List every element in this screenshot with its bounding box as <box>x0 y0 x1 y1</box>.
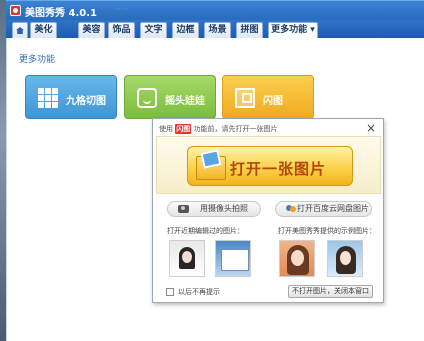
tab-scene[interactable]: 场景 <box>204 22 231 38</box>
dialog-header: 使用 闪图 功能前，请先打开一张图片 <box>159 124 277 134</box>
section-title: 更多功能 <box>19 55 56 65</box>
dont-show-again-label: 以后不再提示 <box>178 288 220 296</box>
folder-icon <box>194 150 226 180</box>
flash-image-icon <box>235 88 255 108</box>
tab-beauty[interactable]: 美容 <box>78 22 105 38</box>
bobblehead-label: 摇头娃娃 <box>165 96 205 107</box>
sample-thumbnail-1[interactable] <box>279 240 315 277</box>
baidu-cloud-button[interactable]: 打开百度云网盘图片 <box>275 201 372 217</box>
close-icon[interactable]: × <box>366 121 376 135</box>
camera-label: 用摄像头拍照 <box>200 204 248 213</box>
open-image-button[interactable]: 打开一张图片 <box>187 146 353 186</box>
grid-icon <box>38 88 58 108</box>
dialog-header-suffix: 功能前，请先打开一张图片 <box>193 125 278 133</box>
face-icon <box>137 88 157 108</box>
tab-frame[interactable]: 边框 <box>172 22 199 38</box>
title-bar-background: ····· <box>116 5 129 14</box>
sample-thumbnail-2[interactable] <box>327 240 363 277</box>
camera-icon <box>178 205 189 213</box>
recent-thumbnail-1[interactable] <box>169 240 205 277</box>
dialog-header-prefix: 使用 <box>159 125 173 133</box>
open-image-dialog: 使用 闪图 功能前，请先打开一张图片 × 打开一张图片 用摄像头拍照 打开百度云… <box>152 118 384 303</box>
open-image-label: 打开一张图片 <box>230 160 327 178</box>
recent-images-label: 打开近期编辑过的图片： <box>167 227 244 235</box>
dont-show-again-checkbox[interactable] <box>166 288 174 296</box>
flash-image-button[interactable]: 闪图 <box>222 75 314 119</box>
tab-home[interactable] <box>12 22 28 38</box>
nine-grid-label: 九格切图 <box>66 96 106 107</box>
flash-image-label: 闪图 <box>263 96 283 107</box>
nine-grid-button[interactable]: 九格切图 <box>25 75 117 119</box>
tab-bar: 美化 美容 饰品 文字 边框 场景 拼图 更多功能 ▾ <box>6 20 424 38</box>
sample-images-label: 打开美图秀秀提供的示例图片： <box>278 227 376 235</box>
open-area: 打开一张图片 <box>156 136 381 194</box>
tab-beautify[interactable]: 美化 <box>30 22 57 38</box>
window-title: 美图秀秀 4.0.1 <box>25 8 97 19</box>
baidu-cloud-label: 打开百度云网盘图片 <box>297 204 369 213</box>
tab-text[interactable]: 文字 <box>140 22 167 38</box>
tab-collage[interactable]: 拼图 <box>236 22 263 38</box>
title-bar: 美图秀秀 4.0.1 ····· <box>6 0 424 20</box>
home-icon <box>16 27 24 34</box>
bobblehead-button[interactable]: 摇头娃娃 <box>124 75 216 119</box>
cloud-icon <box>286 205 297 213</box>
close-window-button[interactable]: 不打开图片，关闭本窗口 <box>288 285 373 298</box>
flash-logo: 闪图 <box>175 124 192 134</box>
tab-more-features[interactable]: 更多功能 ▾ <box>268 22 318 38</box>
app-logo-icon <box>10 5 21 16</box>
camera-button[interactable]: 用摄像头拍照 <box>167 201 261 217</box>
recent-thumbnail-2[interactable] <box>215 240 251 277</box>
tab-accessories[interactable]: 饰品 <box>108 22 135 38</box>
